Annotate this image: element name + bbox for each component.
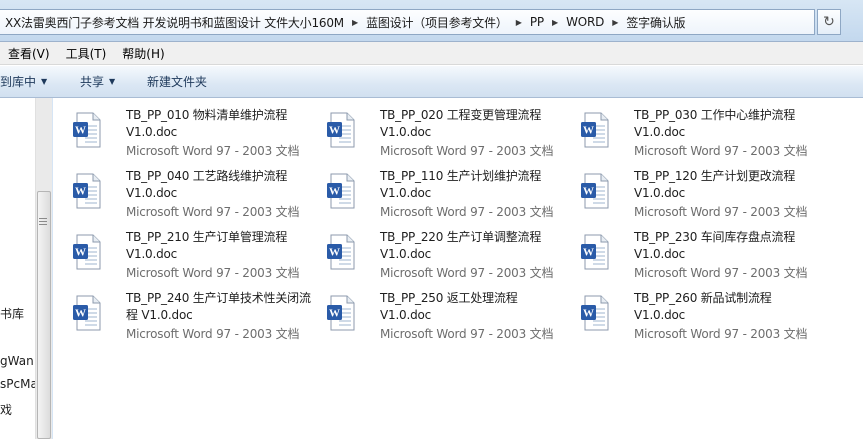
file-item[interactable]: W TB_PP_030 工作中心维护流程 V1.0.doc Microsoft …	[561, 98, 811, 158]
svg-text:W: W	[75, 308, 86, 320]
word-document-icon: W	[581, 295, 609, 331]
file-item[interactable]: W TB_PP_040 工艺路线维护流程 V1.0.doc Microsoft …	[53, 159, 303, 219]
menu-help[interactable]: 帮助(H)	[114, 45, 172, 62]
file-item[interactable]: W TB_PP_230 车间库存盘点流程 V1.0.doc Microsoft …	[561, 220, 811, 280]
file-name: TB_PP_120 生产计划更改流程 V1.0.doc	[634, 169, 796, 200]
breadcrumb-item-word[interactable]: WORD	[564, 15, 606, 29]
file-name: TB_PP_260 新品试制流程 V1.0.doc	[634, 291, 772, 322]
file-item[interactable]: W TB_PP_250 返工处理流程 V1.0.doc Microsoft Wo…	[307, 281, 557, 341]
file-item[interactable]: W TB_PP_260 新品试制流程 V1.0.doc Microsoft Wo…	[561, 281, 811, 341]
svg-text:W: W	[583, 308, 594, 320]
file-type: Microsoft Word 97 - 2003 文档	[380, 144, 554, 158]
word-document-icon: W	[327, 173, 355, 209]
svg-text:W: W	[583, 186, 594, 198]
scroll-thumb[interactable]	[37, 191, 51, 439]
file-name: TB_PP_230 车间库存盘点流程 V1.0.doc	[634, 230, 796, 261]
refresh-button[interactable]: ↻	[817, 9, 841, 35]
file-type: Microsoft Word 97 - 2003 文档	[380, 327, 554, 341]
word-document-icon: W	[327, 234, 355, 270]
file-item[interactable]: W TB_PP_210 生产订单管理流程 V1.0.doc Microsoft …	[53, 220, 303, 280]
file-item[interactable]: W TB_PP_010 物料清单维护流程 V1.0.doc Microsoft …	[53, 98, 303, 158]
file-item[interactable]: W TB_PP_120 生产计划更改流程 V1.0.doc Microsoft …	[561, 159, 811, 219]
file-list: W TB_PP_010 物料清单维护流程 V1.0.doc Microsoft …	[52, 98, 863, 439]
chevron-down-icon: ▼	[41, 77, 48, 86]
file-item[interactable]: W TB_PP_020 工程变更管理流程 V1.0.doc Microsoft …	[307, 98, 557, 158]
grip-icon	[39, 218, 47, 225]
svg-text:W: W	[583, 125, 594, 137]
refresh-icon: ↻	[823, 14, 835, 30]
file-type: Microsoft Word 97 - 2003 文档	[126, 327, 300, 341]
file-item[interactable]: W TB_PP_110 生产计划维护流程 V1.0.doc Microsoft …	[307, 159, 557, 219]
file-name: TB_PP_240 生产订单技术性关闭流程 V1.0.doc	[126, 291, 311, 322]
new-folder-button[interactable]: 新建文件夹	[147, 73, 207, 90]
breadcrumb-chevron-icon[interactable]: ▶	[546, 18, 564, 27]
word-document-icon: W	[327, 295, 355, 331]
svg-text:W: W	[329, 308, 340, 320]
file-type: Microsoft Word 97 - 2003 文档	[126, 266, 300, 280]
menu-bar: 查看(V) 工具(T) 帮助(H)	[0, 42, 863, 65]
nav-item-gwan[interactable]: gWan	[0, 354, 34, 368]
breadcrumb-item-pp[interactable]: PP	[528, 15, 546, 29]
chevron-down-icon: ▼	[109, 77, 116, 86]
breadcrumb-item-root[interactable]: XX法雷奥西门子参考文档 开发说明书和蓝图设计 文件大小160M	[3, 14, 346, 31]
file-item[interactable]: W TB_PP_220 生产订单调整流程 V1.0.doc Microsoft …	[307, 220, 557, 280]
breadcrumb-chevron-icon[interactable]: ▶	[606, 18, 624, 27]
word-document-icon: W	[73, 173, 101, 209]
new-folder-label: 新建文件夹	[147, 75, 208, 89]
address-bar: XX法雷奥西门子参考文档 开发说明书和蓝图设计 文件大小160M ▶ 蓝图设计（…	[0, 0, 863, 42]
svg-text:W: W	[329, 125, 340, 137]
word-document-icon: W	[581, 112, 609, 148]
word-document-icon: W	[73, 234, 101, 270]
nav-item-library[interactable]: 书库	[0, 305, 24, 322]
breadcrumb-chevron-icon[interactable]: ▶	[346, 18, 364, 27]
nav-scrollbar[interactable]	[35, 98, 52, 439]
command-bar: 到库中 ▼ 共享 ▼ 新建文件夹	[0, 66, 863, 98]
svg-text:W: W	[75, 186, 86, 198]
include-in-library-label: 到库中	[0, 75, 37, 89]
file-type: Microsoft Word 97 - 2003 文档	[380, 205, 554, 219]
svg-text:W: W	[329, 247, 340, 259]
nav-item-games[interactable]: 戏	[0, 401, 12, 418]
svg-text:W: W	[329, 186, 340, 198]
file-name: TB_PP_040 工艺路线维护流程 V1.0.doc	[126, 169, 288, 200]
navigation-pane: 书库 gWan sPcMa 戏	[0, 98, 35, 439]
file-type: Microsoft Word 97 - 2003 文档	[634, 144, 808, 158]
file-type: Microsoft Word 97 - 2003 文档	[634, 327, 808, 341]
svg-text:W: W	[583, 247, 594, 259]
file-name: TB_PP_210 生产订单管理流程 V1.0.doc	[126, 230, 288, 261]
svg-text:W: W	[75, 247, 86, 259]
share-button[interactable]: 共享 ▼	[80, 73, 115, 90]
file-type: Microsoft Word 97 - 2003 文档	[380, 266, 554, 280]
file-name: TB_PP_010 物料清单维护流程 V1.0.doc	[126, 108, 288, 139]
file-name: TB_PP_020 工程变更管理流程 V1.0.doc	[380, 108, 542, 139]
menu-tools[interactable]: 工具(T)	[58, 45, 115, 62]
word-document-icon: W	[73, 295, 101, 331]
file-name: TB_PP_030 工作中心维护流程 V1.0.doc	[634, 108, 796, 139]
word-document-icon: W	[327, 112, 355, 148]
file-type: Microsoft Word 97 - 2003 文档	[634, 266, 808, 280]
file-type: Microsoft Word 97 - 2003 文档	[634, 205, 808, 219]
breadcrumb-item-blueprint[interactable]: 蓝图设计（项目参考文件）	[364, 14, 510, 31]
breadcrumb-chevron-icon[interactable]: ▶	[510, 18, 528, 27]
menu-view[interactable]: 查看(V)	[0, 45, 58, 62]
file-name: TB_PP_110 生产计划维护流程 V1.0.doc	[380, 169, 542, 200]
file-item[interactable]: W TB_PP_240 生产订单技术性关闭流程 V1.0.doc Microso…	[53, 281, 311, 341]
word-document-icon: W	[581, 173, 609, 209]
word-document-icon: W	[581, 234, 609, 270]
include-in-library-button[interactable]: 到库中 ▼	[0, 73, 47, 90]
file-name: TB_PP_220 生产订单调整流程 V1.0.doc	[380, 230, 542, 261]
breadcrumb[interactable]: XX法雷奥西门子参考文档 开发说明书和蓝图设计 文件大小160M ▶ 蓝图设计（…	[0, 9, 815, 35]
breadcrumb-item-signed[interactable]: 签字确认版	[624, 14, 687, 31]
file-name: TB_PP_250 返工处理流程 V1.0.doc	[380, 291, 518, 322]
word-document-icon: W	[73, 112, 101, 148]
file-type: Microsoft Word 97 - 2003 文档	[126, 144, 300, 158]
nav-item-spcma[interactable]: sPcMa	[0, 377, 35, 391]
file-type: Microsoft Word 97 - 2003 文档	[126, 205, 300, 219]
svg-text:W: W	[75, 125, 86, 137]
share-label: 共享	[80, 75, 105, 89]
